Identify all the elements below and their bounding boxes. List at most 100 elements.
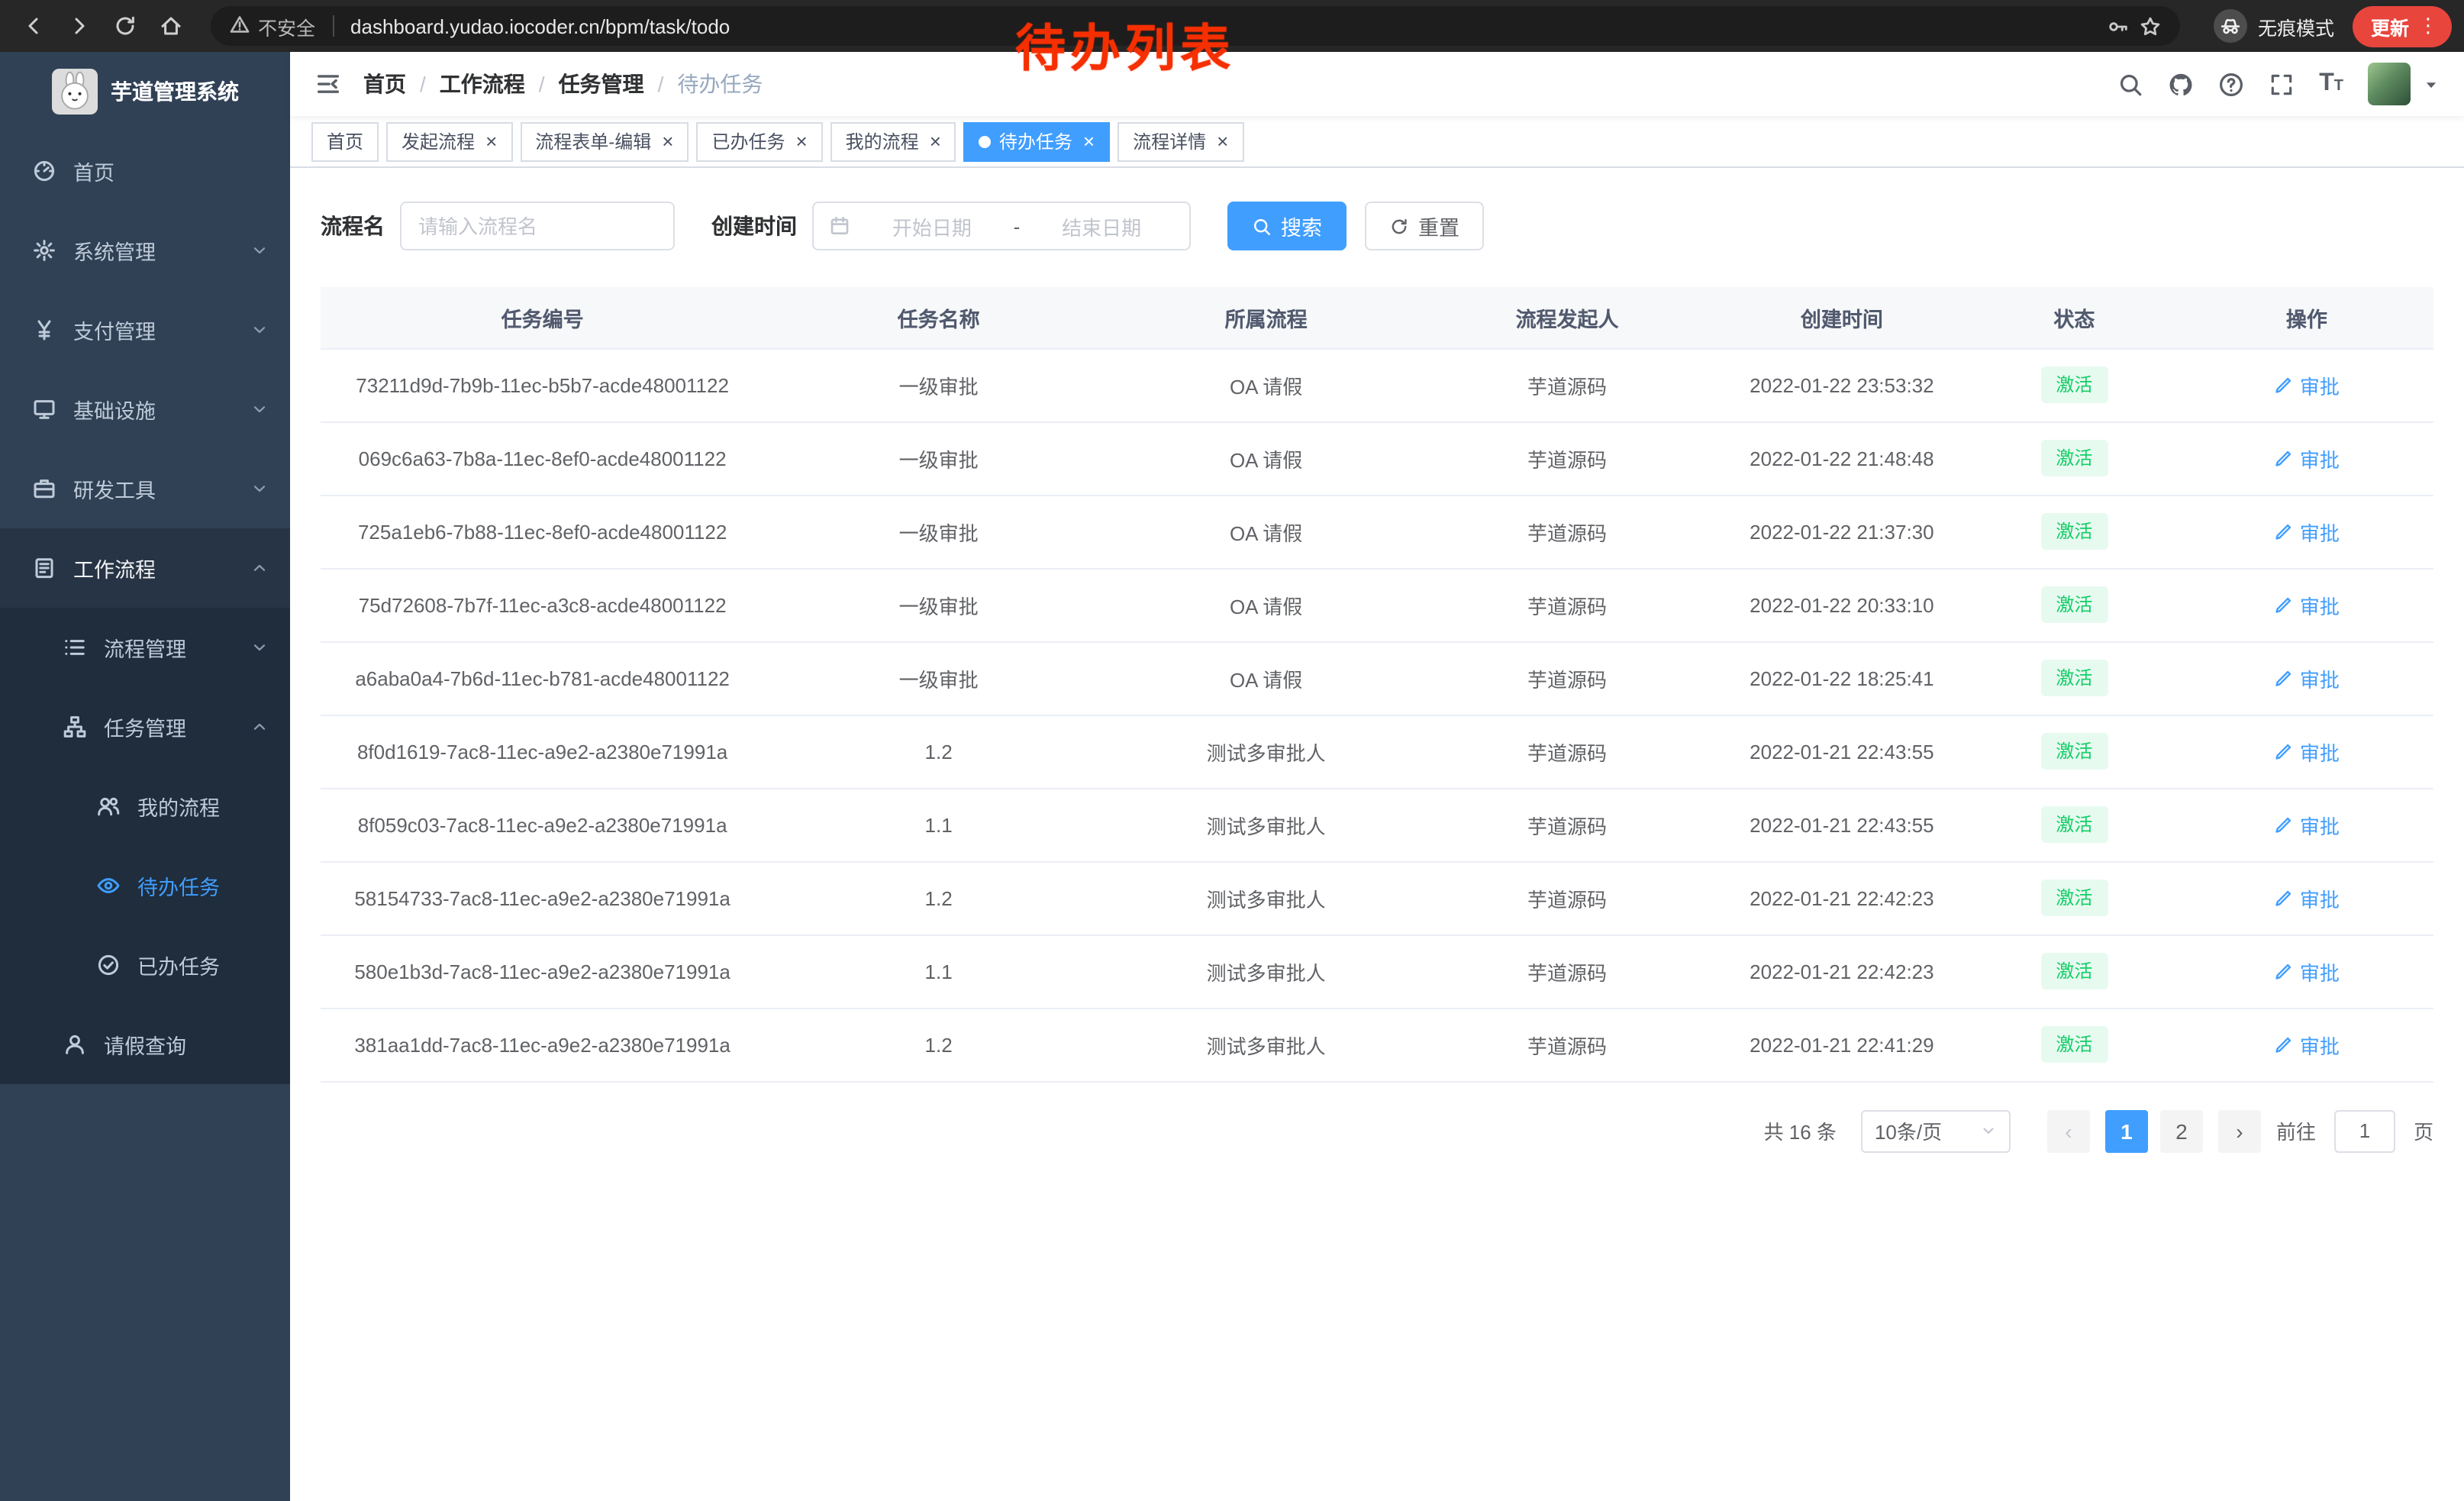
not-secure-chip[interactable]: 不安全 bbox=[229, 11, 315, 40]
font-size-icon[interactable]: TT bbox=[2319, 72, 2343, 96]
yen-icon bbox=[31, 318, 58, 342]
prev-page-button[interactable]: ‹ bbox=[2047, 1109, 2090, 1152]
forward-icon[interactable] bbox=[58, 5, 101, 47]
next-page-button[interactable]: › bbox=[2218, 1109, 2261, 1152]
sidebar-item-done-task[interactable]: 已办任务 bbox=[0, 925, 290, 1005]
sidebar-item-label: 任务管理 bbox=[104, 712, 186, 742]
help-icon[interactable] bbox=[2218, 71, 2244, 97]
breadcrumb-item[interactable]: 工作流程 bbox=[440, 69, 525, 99]
github-icon[interactable] bbox=[2168, 71, 2194, 97]
close-icon[interactable]: × bbox=[1083, 131, 1095, 151]
goto-page-input[interactable] bbox=[2334, 1109, 2395, 1152]
breadcrumb-item[interactable]: 任务管理 bbox=[559, 69, 644, 99]
search-button[interactable]: 搜索 bbox=[1227, 202, 1346, 250]
created-cell: 2022-01-21 22:43:55 bbox=[1715, 788, 1969, 861]
update-button[interactable]: 更新 ⋮ bbox=[2353, 5, 2452, 47]
table-row: 381aa1dd-7ac8-11ec-a9e2-a2380e71991a1.2测… bbox=[321, 1008, 2433, 1081]
sidebar-item-process-manage[interactable]: 流程管理 bbox=[0, 608, 290, 687]
created-cell: 2022-01-21 22:43:55 bbox=[1715, 715, 1969, 788]
breadcrumb-item[interactable]: 首页 bbox=[363, 69, 406, 99]
action-cell: 审批 bbox=[2180, 641, 2433, 715]
status-badge: 激活 bbox=[2040, 586, 2108, 623]
edit-icon bbox=[2274, 521, 2294, 541]
approve-link[interactable]: 审批 bbox=[2274, 1030, 2340, 1059]
process-name-input[interactable] bbox=[400, 202, 675, 250]
approve-link[interactable]: 审批 bbox=[2274, 810, 2340, 839]
close-icon[interactable]: × bbox=[662, 131, 673, 151]
app-logo-row[interactable]: 芋道管理系统 bbox=[0, 52, 290, 131]
view-tab[interactable]: 待办任务× bbox=[964, 121, 1110, 161]
approve-link[interactable]: 审批 bbox=[2274, 883, 2340, 912]
table-row: 069c6a63-7b8a-11ec-8ef0-acde48001122一级审批… bbox=[321, 421, 2433, 495]
view-tab[interactable]: 流程表单-编辑 × bbox=[520, 121, 689, 161]
sidebar-item-task-manage[interactable]: 任务管理 bbox=[0, 687, 290, 767]
view-tab[interactable]: 我的流程× bbox=[830, 121, 956, 161]
user-avatar[interactable] bbox=[2368, 63, 2411, 105]
check-circle-icon bbox=[95, 953, 122, 977]
status-badge: 激活 bbox=[2040, 440, 2108, 476]
sidebar-item-todo-task[interactable]: 待办任务 bbox=[0, 846, 290, 925]
approve-link[interactable]: 审批 bbox=[2274, 517, 2340, 546]
view-tab[interactable]: 流程详情× bbox=[1118, 121, 1243, 161]
active-dot-icon bbox=[979, 135, 992, 147]
sidebar-item-system[interactable]: 系统管理 bbox=[0, 211, 290, 290]
created-cell: 2022-01-22 23:53:32 bbox=[1715, 348, 1969, 421]
approve-link[interactable]: 审批 bbox=[2274, 590, 2340, 619]
close-icon[interactable]: × bbox=[795, 131, 807, 151]
sidebar-item-workflow[interactable]: 工作流程 bbox=[0, 528, 290, 608]
status-cell: 激活 bbox=[1969, 715, 2180, 788]
approve-link[interactable]: 审批 bbox=[2274, 444, 2340, 473]
approve-link[interactable]: 审批 bbox=[2274, 663, 2340, 692]
task-name-cell: 一级审批 bbox=[764, 495, 1113, 568]
menu-fold-icon[interactable] bbox=[314, 70, 342, 98]
search-icon[interactable] bbox=[2117, 71, 2143, 97]
starter-cell: 芋道源码 bbox=[1419, 348, 1715, 421]
close-icon[interactable]: × bbox=[930, 131, 941, 151]
sidebar-item-devtools[interactable]: 研发工具 bbox=[0, 449, 290, 528]
status-badge: 激活 bbox=[2040, 953, 2108, 989]
sidebar-item-my-process[interactable]: 我的流程 bbox=[0, 767, 290, 846]
home-icon[interactable] bbox=[150, 5, 192, 47]
browser-menu-dots-icon[interactable]: ⋮ bbox=[2418, 14, 2443, 38]
password-key-icon[interactable] bbox=[2107, 15, 2130, 37]
view-tab[interactable]: 发起流程× bbox=[386, 121, 512, 161]
process-cell: 测试多审批人 bbox=[1113, 1008, 1419, 1081]
page-size-select[interactable]: 10条/页 bbox=[1861, 1109, 2011, 1152]
bookmark-star-icon[interactable] bbox=[2139, 15, 2162, 37]
view-tab-label: 流程表单-编辑 bbox=[535, 128, 651, 154]
task-id-cell: 8f059c03-7ac8-11ec-a9e2-a2380e71991a bbox=[321, 788, 764, 861]
page-number-button[interactable]: 1 bbox=[2105, 1109, 2148, 1152]
close-icon[interactable]: × bbox=[485, 131, 497, 151]
column-header: 操作 bbox=[2180, 287, 2433, 348]
app-title: 芋道管理系统 bbox=[111, 76, 239, 107]
fullscreen-icon[interactable] bbox=[2269, 71, 2295, 97]
chevron-down-icon bbox=[250, 479, 269, 498]
sidebar-item-leave-query[interactable]: 请假查询 bbox=[0, 1005, 290, 1084]
view-tab[interactable]: 已办任务× bbox=[696, 121, 822, 161]
starter-cell: 芋道源码 bbox=[1419, 1008, 1715, 1081]
page-number-button[interactable]: 2 bbox=[2160, 1109, 2203, 1152]
view-tab[interactable]: 首页 bbox=[311, 121, 379, 161]
warning-icon bbox=[229, 13, 250, 39]
column-header: 任务编号 bbox=[321, 287, 764, 348]
table-row: 73211d9d-7b9b-11ec-b5b7-acde48001122一级审批… bbox=[321, 348, 2433, 421]
sidebar-item-payment[interactable]: 支付管理 bbox=[0, 290, 290, 370]
date-range-picker[interactable]: 开始日期 - 结束日期 bbox=[812, 202, 1191, 250]
edit-icon bbox=[2274, 448, 2294, 468]
reset-button[interactable]: 重置 bbox=[1365, 202, 1484, 250]
task-id-cell: 580e1b3d-7ac8-11ec-a9e2-a2380e71991a bbox=[321, 934, 764, 1008]
approve-link[interactable]: 审批 bbox=[2274, 370, 2340, 399]
sidebar-item-infra[interactable]: 基础设施 bbox=[0, 370, 290, 449]
back-icon[interactable] bbox=[12, 5, 55, 47]
process-cell: OA 请假 bbox=[1113, 421, 1419, 495]
approve-link[interactable]: 审批 bbox=[2274, 737, 2340, 766]
reload-icon[interactable] bbox=[104, 5, 147, 47]
close-icon[interactable]: × bbox=[1217, 131, 1228, 151]
starter-cell: 芋道源码 bbox=[1419, 788, 1715, 861]
action-cell: 审批 bbox=[2180, 348, 2433, 421]
approve-link[interactable]: 审批 bbox=[2274, 957, 2340, 986]
eye-icon bbox=[95, 873, 122, 898]
task-name-cell: 1.1 bbox=[764, 934, 1113, 1008]
caret-down-icon[interactable] bbox=[2423, 76, 2440, 92]
sidebar-item-home[interactable]: 首页 bbox=[0, 131, 290, 211]
